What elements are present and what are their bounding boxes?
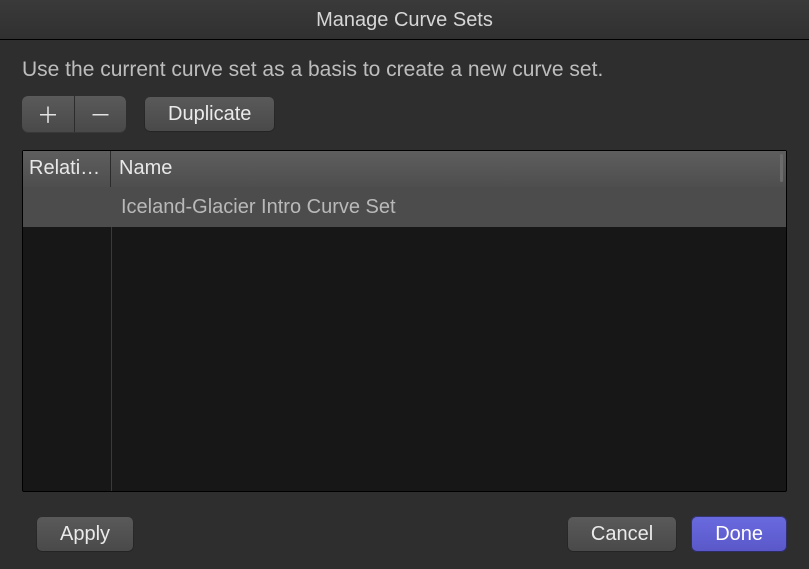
curve-set-table: Relati… Name Iceland-Glacier Intro Curve… bbox=[22, 150, 787, 492]
plus-icon: ＋ bbox=[37, 98, 59, 130]
dialog-content: Use the current curve set as a basis to … bbox=[0, 40, 809, 569]
scrollbar-indicator bbox=[780, 154, 783, 182]
column-header-relation[interactable]: Relati… bbox=[23, 151, 111, 187]
table-body[interactable]: Iceland-Glacier Intro Curve Set bbox=[23, 187, 786, 491]
table-row[interactable]: Iceland-Glacier Intro Curve Set bbox=[23, 187, 786, 227]
column-header-name[interactable]: Name bbox=[111, 151, 786, 187]
toolbar: ＋ － Duplicate bbox=[22, 96, 787, 132]
add-button[interactable]: ＋ bbox=[22, 96, 74, 132]
duplicate-button[interactable]: Duplicate bbox=[144, 96, 275, 132]
cell-name[interactable]: Iceland-Glacier Intro Curve Set bbox=[111, 196, 786, 219]
window-titlebar: Manage Curve Sets bbox=[0, 0, 809, 40]
add-remove-segment: ＋ － bbox=[22, 96, 126, 132]
apply-button[interactable]: Apply bbox=[36, 516, 134, 552]
table-header-row: Relati… Name bbox=[23, 151, 786, 187]
minus-icon: － bbox=[89, 98, 111, 130]
description-text: Use the current curve set as a basis to … bbox=[22, 58, 787, 82]
done-button[interactable]: Done bbox=[691, 516, 787, 552]
dialog-footer: Apply Cancel Done bbox=[22, 516, 787, 552]
remove-button[interactable]: － bbox=[74, 96, 126, 132]
window-title: Manage Curve Sets bbox=[316, 9, 493, 31]
cancel-button[interactable]: Cancel bbox=[567, 516, 677, 552]
